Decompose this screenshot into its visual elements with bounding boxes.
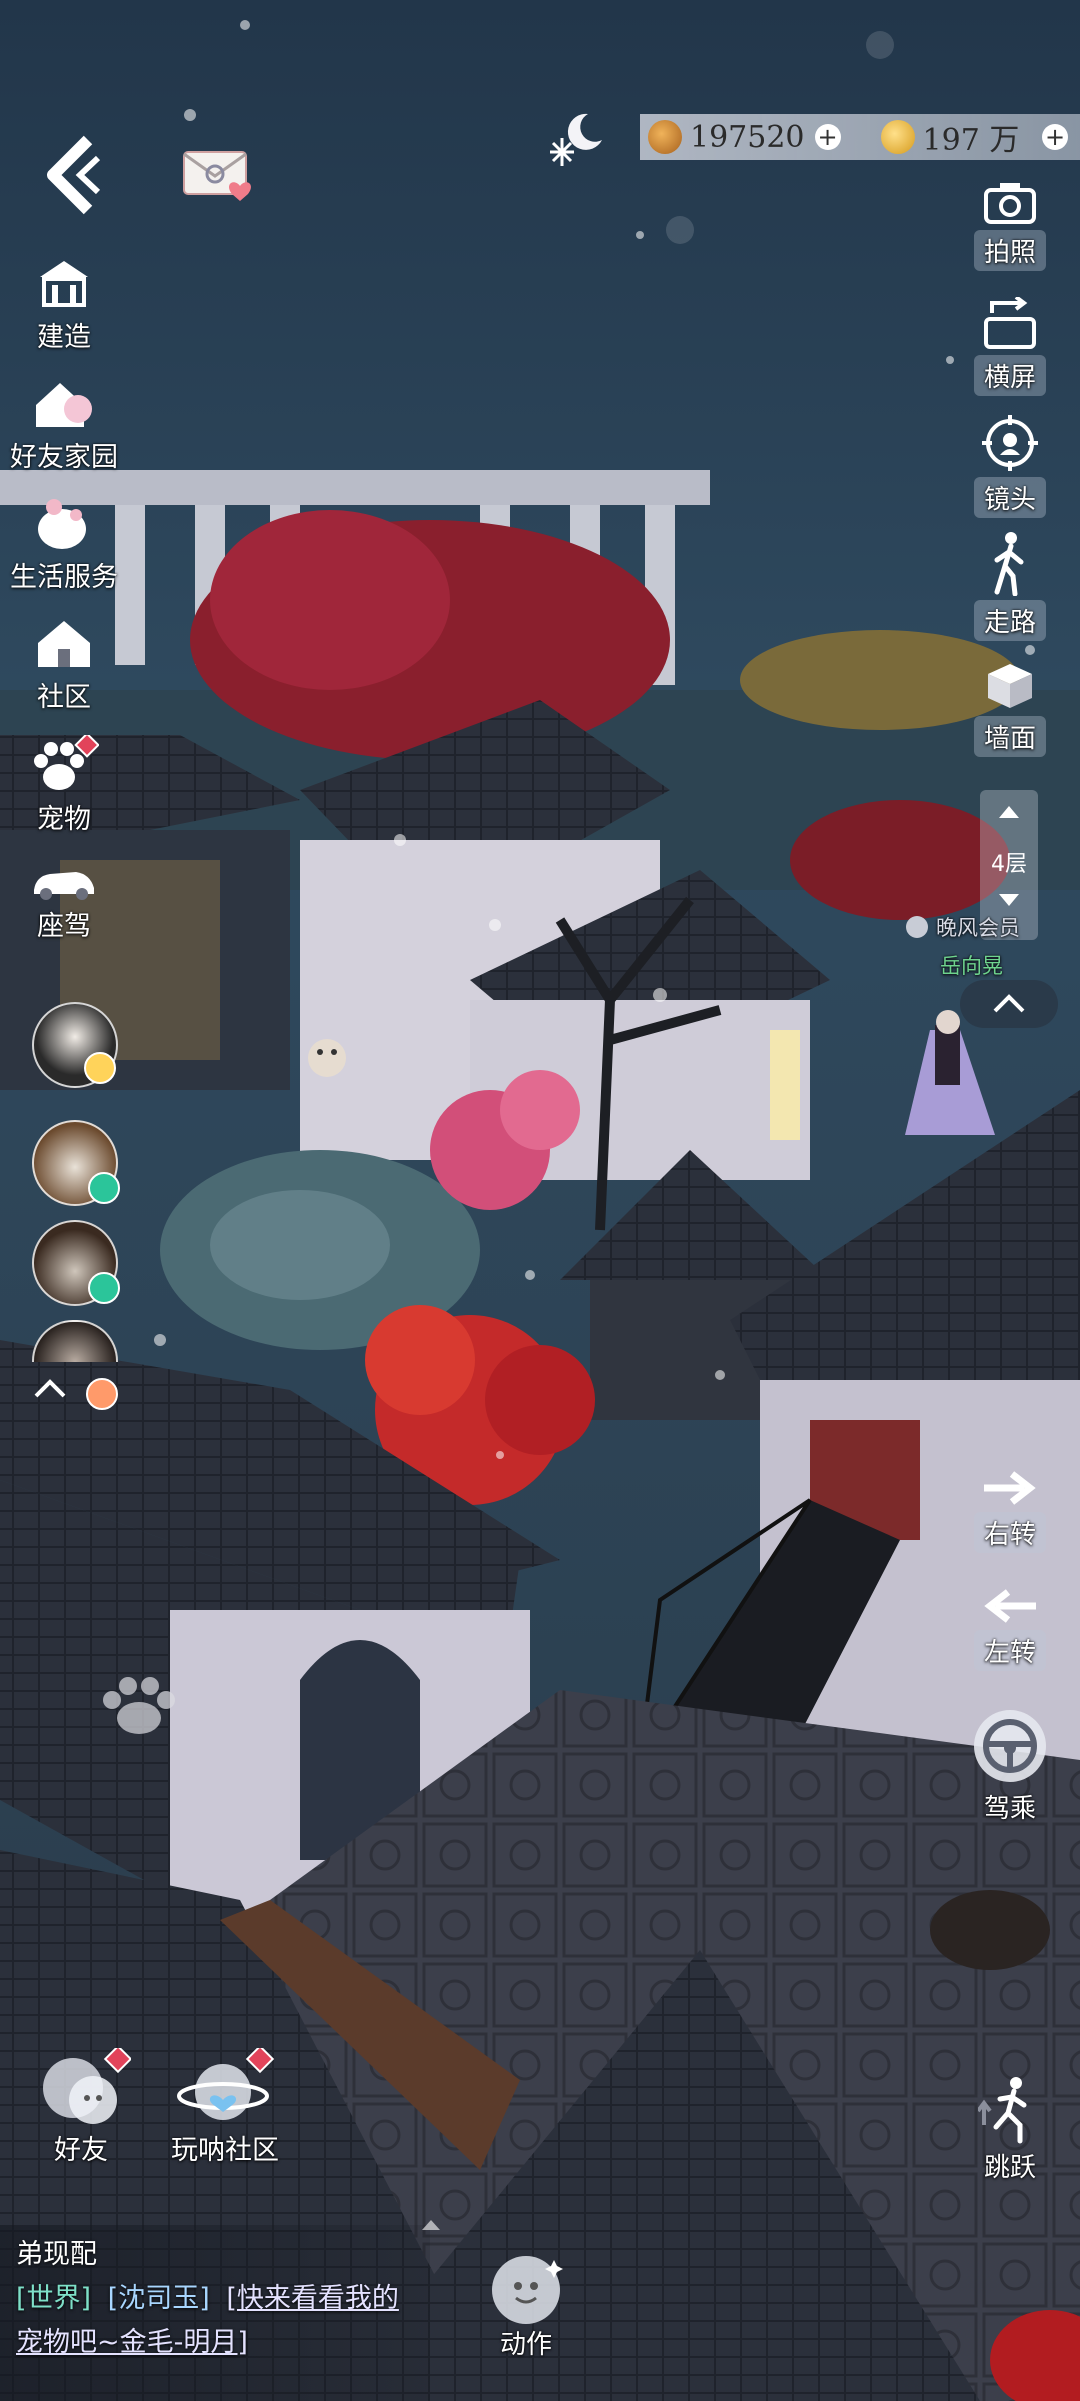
chat-channel[interactable]: [世界] xyxy=(16,2283,91,2314)
mail-button[interactable] xyxy=(180,148,260,204)
gem-amount: 197 万 xyxy=(922,123,1020,158)
action-icon xyxy=(492,2256,563,2324)
collapse-friends-button[interactable] xyxy=(30,1372,90,1412)
landscape-button[interactable]: 横屏 xyxy=(960,297,1060,396)
jump-label: 跳跃 xyxy=(983,2153,1036,2183)
rotate-screen-icon xyxy=(984,297,1036,349)
menu-vehicle[interactable]: 座驾 xyxy=(0,862,139,943)
landscape-label: 横屏 xyxy=(973,355,1046,396)
drive-button[interactable]: 驾乘 xyxy=(960,1708,1060,1825)
paw-icon xyxy=(34,735,99,790)
triangle-up-icon[interactable] xyxy=(997,804,1021,820)
triangle-down-icon[interactable] xyxy=(997,892,1021,908)
menu-vehicle-label: 座驾 xyxy=(37,911,91,942)
walk-button[interactable]: 走路 xyxy=(960,530,1060,641)
chat-message-b[interactable]: 宠物吧~金毛-明月] xyxy=(16,2321,248,2365)
currency-bar: 197520 + 197 万 + xyxy=(640,114,1080,160)
player-name: 岳向晃 xyxy=(940,954,1003,978)
camera-target-icon xyxy=(982,415,1038,471)
paw-badge-icon xyxy=(88,1272,120,1304)
arrow-right-icon xyxy=(984,1471,1036,1505)
camera-label: 拍照 xyxy=(973,230,1046,271)
community-planet-label: 玩呐社区 xyxy=(171,2135,279,2166)
chat-line-2: [世界] [沈司玉] [快来看看我的 xyxy=(16,2277,399,2321)
friend-home-icon xyxy=(36,383,92,427)
chevron-left-icon xyxy=(47,135,101,215)
emoji-badge-icon xyxy=(86,1378,118,1410)
chat-message-a[interactable]: [快来看看我的 xyxy=(226,2283,399,2314)
chat-panel[interactable]: 弟现配 [世界] [沈司玉] [快来看看我的 宠物吧~金毛-明月] xyxy=(0,2220,440,2401)
gem-coin-icon xyxy=(880,120,915,154)
community-icon xyxy=(38,621,90,667)
community-planet-button[interactable]: 玩呐社区 xyxy=(160,2048,290,2167)
wall-label: 墙面 xyxy=(973,716,1046,757)
add-gems-button[interactable]: + xyxy=(1042,123,1068,151)
menu-community-label: 社区 xyxy=(37,682,91,713)
triangle-up-icon xyxy=(422,2220,440,2230)
chat-expand-button[interactable] xyxy=(420,2217,442,2236)
menu-pet-label: 宠物 xyxy=(37,804,91,835)
jump-icon xyxy=(978,2077,1027,2144)
menu-build[interactable]: 建造 xyxy=(0,255,139,354)
wall-button[interactable]: 墙面 xyxy=(960,660,1060,757)
pet-paw-button[interactable] xyxy=(96,1672,182,1738)
floor-label: 4层 xyxy=(991,852,1027,877)
turn-right-label: 右转 xyxy=(973,1512,1046,1553)
car-icon xyxy=(34,872,94,900)
lens-label: 镜头 xyxy=(973,477,1046,518)
menu-friend-home[interactable]: 好友家园 xyxy=(0,375,139,474)
camera-icon xyxy=(984,183,1036,224)
cube-wall-icon xyxy=(988,664,1032,708)
camera-button[interactable]: 拍照 xyxy=(960,180,1060,271)
chevron-up-icon xyxy=(993,994,1025,1013)
chat-line-1: 弟现配 xyxy=(16,2239,97,2270)
menu-pet[interactable]: 宠物 xyxy=(0,735,139,836)
jump-button[interactable]: 跳跃 xyxy=(960,2075,1060,2184)
friends-button[interactable]: 好友 xyxy=(26,2048,136,2167)
planet-community-icon xyxy=(177,2048,275,2120)
back-button[interactable] xyxy=(38,130,108,220)
expand-interaction-button[interactable] xyxy=(960,980,1058,1028)
menu-friend-home-label: 好友家园 xyxy=(10,442,118,473)
weather-night-snow-icon[interactable] xyxy=(548,108,606,168)
player-guild: 晚风会员 xyxy=(936,916,1020,940)
walk-label: 走路 xyxy=(973,600,1046,641)
game-scene xyxy=(0,0,1080,2401)
menu-life-service[interactable]: 生活服务 xyxy=(0,495,139,594)
coin-amount: 197520 xyxy=(690,119,805,155)
action-label: 动作 xyxy=(499,2330,552,2360)
emoji-badge-icon xyxy=(84,1052,116,1084)
turn-left-label: 左转 xyxy=(973,1630,1046,1671)
guild-badge-icon xyxy=(906,916,928,938)
steering-wheel-icon xyxy=(974,1710,1046,1782)
menu-life-service-label: 生活服务 xyxy=(10,562,118,593)
paw-icon xyxy=(103,1677,175,1734)
friends-icon xyxy=(43,2048,131,2124)
chat-sender[interactable]: [沈司玉] xyxy=(108,2283,210,2314)
lens-button[interactable]: 镜头 xyxy=(960,413,1060,518)
house-build-icon xyxy=(40,261,88,307)
turn-right-button[interactable]: 右转 xyxy=(960,1468,1060,1553)
menu-build-label: 建造 xyxy=(37,322,91,353)
envelope-heart-icon xyxy=(183,151,251,201)
action-button[interactable]: 动作 xyxy=(470,2250,582,2361)
friends-label: 好友 xyxy=(54,2135,108,2166)
add-coins-button[interactable]: + xyxy=(814,123,841,151)
turn-left-button[interactable]: 左转 xyxy=(960,1586,1060,1671)
acorn-coin-icon xyxy=(648,120,682,154)
player-nameplate: 晚风会员 岳向晃 xyxy=(906,912,1076,980)
chevron-up-icon xyxy=(34,1379,66,1398)
drive-label: 驾乘 xyxy=(983,1794,1036,1824)
walk-icon xyxy=(994,532,1024,596)
paw-badge-icon xyxy=(88,1172,120,1204)
arrow-left-icon xyxy=(984,1589,1036,1623)
menu-community[interactable]: 社区 xyxy=(0,615,139,714)
life-service-icon xyxy=(38,499,86,549)
